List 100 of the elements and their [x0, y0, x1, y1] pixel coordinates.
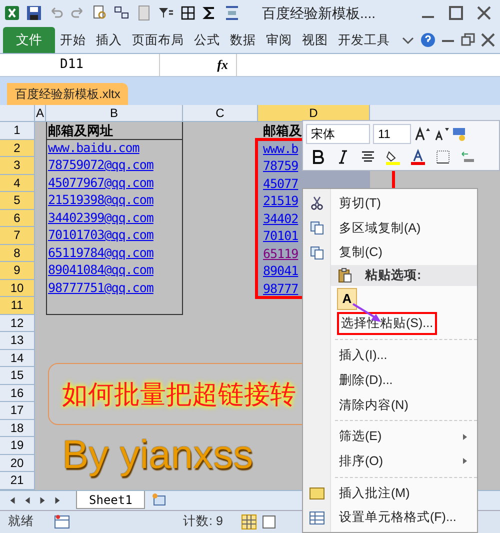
row-header[interactable]: 5 [0, 192, 35, 210]
menu-item[interactable]: 复制(C) [303, 240, 477, 266]
close-icon[interactable] [476, 5, 492, 21]
row-header[interactable]: 11 [0, 297, 35, 314]
print-preview-icon[interactable] [92, 5, 108, 21]
name-box[interactable]: D11 [0, 54, 160, 76]
row-header[interactable]: 8 [0, 244, 35, 262]
menu-item[interactable]: 插入批注(M) [303, 480, 477, 506]
font-size-dropdown[interactable]: 11 [373, 124, 411, 144]
document-tab[interactable]: 百度经验新模板.xltx [7, 83, 128, 105]
borders-icon[interactable] [180, 5, 196, 21]
ribbon-tab[interactable]: 公式 [189, 27, 225, 53]
menu-item[interactable]: 排序(O) [303, 448, 477, 474]
shrink-font-icon[interactable] [433, 126, 449, 142]
close-icon[interactable] [480, 32, 496, 48]
hyperlink[interactable]: 21519398@qq.com [48, 191, 154, 210]
column-heading: 邮箱及 [263, 124, 302, 138]
restore-icon[interactable] [460, 32, 476, 48]
hyperlink[interactable]: 78759072@qq.com [48, 156, 154, 176]
help-icon[interactable] [420, 32, 436, 48]
hyperlink[interactable]: 21519 [263, 194, 298, 208]
fill-color-icon[interactable] [385, 149, 401, 166]
font-dropdown[interactable]: 宋体 [306, 124, 370, 144]
row-header[interactable]: 20 [0, 454, 35, 472]
menu-item-label: 复制(C) [338, 244, 384, 262]
row-header[interactable]: 3 [0, 157, 35, 174]
accounting-format-icon[interactable] [452, 126, 468, 142]
row-header[interactable]: 17 [0, 402, 35, 420]
hyperlink[interactable]: 98777751@qq.com [48, 278, 154, 298]
clipboard-icon [337, 267, 353, 284]
menu-item[interactable]: 删除(D)... [303, 368, 477, 393]
ribbon-tab[interactable]: 开始 [55, 27, 91, 53]
format-cells-icon [309, 510, 325, 526]
grow-font-icon[interactable] [414, 126, 430, 142]
count-text: 计数: 9 [183, 513, 223, 530]
menu-item[interactable]: 筛选(E) [303, 424, 477, 449]
ribbon-tab[interactable]: 页面布局 [127, 27, 189, 53]
font-color-icon[interactable] [410, 149, 426, 166]
row-header[interactable]: 21 [0, 472, 35, 490]
row-header[interactable]: 16 [0, 384, 35, 402]
column-header[interactable]: D [258, 105, 370, 121]
menu-item-label: 剪切(T) [338, 194, 382, 212]
ribbon-tab[interactable]: 开发工具 [333, 27, 395, 53]
hyperlink[interactable]: 34402399@qq.com [48, 208, 154, 228]
row-header[interactable]: 10 [0, 280, 35, 297]
hyperlink[interactable]: 70101703@qq.com [48, 226, 154, 246]
ribbon-tab[interactable]: 插入 [91, 27, 127, 53]
menu-section-header: 粘贴选项: [365, 267, 422, 284]
ribbon-tab[interactable]: 数据 [225, 27, 261, 53]
hyperlink[interactable]: 65119784@qq.com [48, 244, 154, 263]
menu-item[interactable]: 多区域复制(A) [303, 216, 477, 240]
menu-item-label: 插入(I)... [338, 347, 388, 364]
column-heading: 邮箱及网址 [48, 122, 113, 140]
wordart-title: 如何批量把超链接转 [62, 378, 296, 410]
maximize-icon[interactable] [448, 5, 464, 21]
new-sheet-icon[interactable] [151, 492, 168, 508]
hyperlink[interactable]: 45077967@qq.com [48, 174, 154, 193]
borders-icon[interactable] [435, 149, 451, 166]
ribbon-tab[interactable]: 审阅 [261, 27, 297, 53]
normal-view-icon[interactable] [240, 514, 257, 530]
row-header[interactable]: 7 [0, 227, 35, 244]
hyperlink[interactable]: www.baidu.com [48, 138, 140, 158]
row-header[interactable]: 15 [0, 367, 35, 384]
row-header[interactable]: 6 [0, 210, 35, 227]
bold-icon[interactable] [310, 149, 326, 166]
row-header[interactable]: 18 [0, 420, 35, 437]
row-header[interactable]: 1 [0, 122, 35, 140]
column-header[interactable]: A [35, 105, 46, 121]
copy-icon [309, 244, 325, 261]
row-header[interactable]: 13 [0, 332, 35, 350]
sheet-tab[interactable]: Sheet1 [76, 491, 146, 509]
file-tab[interactable]: 文件 [3, 27, 55, 53]
skip-arrow-icon[interactable] [8, 496, 17, 504]
menu-item-label: 筛选(E) [338, 428, 383, 446]
ribbon-tab[interactable]: 视图 [297, 27, 333, 53]
row-header[interactable]: 14 [0, 350, 35, 367]
page-layout-icon[interactable] [260, 514, 277, 530]
menu-item[interactable]: 设置单元格格式(F)... [303, 505, 477, 530]
menu-item[interactable]: 清除内容(N) [303, 392, 477, 418]
row-header[interactable]: 4 [0, 174, 35, 192]
align-icon[interactable] [224, 5, 240, 21]
save-icon[interactable] [26, 5, 42, 21]
spreadsheet-logo-icon [4, 5, 20, 21]
status-text: 就绪 [7, 513, 35, 530]
paste-option-button[interactable]: A [337, 288, 357, 310]
skip-arrow-icon[interactable] [53, 496, 62, 504]
wordart-byline: By yianxss [62, 432, 254, 479]
row-header[interactable]: 9 [0, 262, 35, 280]
menu-item[interactable]: 插入(I)... [303, 343, 477, 368]
hyperlink[interactable]: 65119 [263, 246, 298, 260]
row-header[interactable]: 19 [0, 437, 35, 454]
macro-record-icon[interactable] [54, 514, 70, 530]
window-title: 百度经验新模板.... [262, 4, 376, 22]
row-header[interactable]: 2 [0, 140, 35, 157]
hyperlink[interactable]: 89041084@qq.com [48, 261, 154, 280]
row-header[interactable]: 12 [0, 314, 35, 332]
scissors-icon [309, 195, 325, 212]
menu-item[interactable]: 剪切(T) [303, 191, 477, 216]
column-header[interactable]: B [46, 105, 183, 121]
layout-icon[interactable] [114, 5, 130, 21]
